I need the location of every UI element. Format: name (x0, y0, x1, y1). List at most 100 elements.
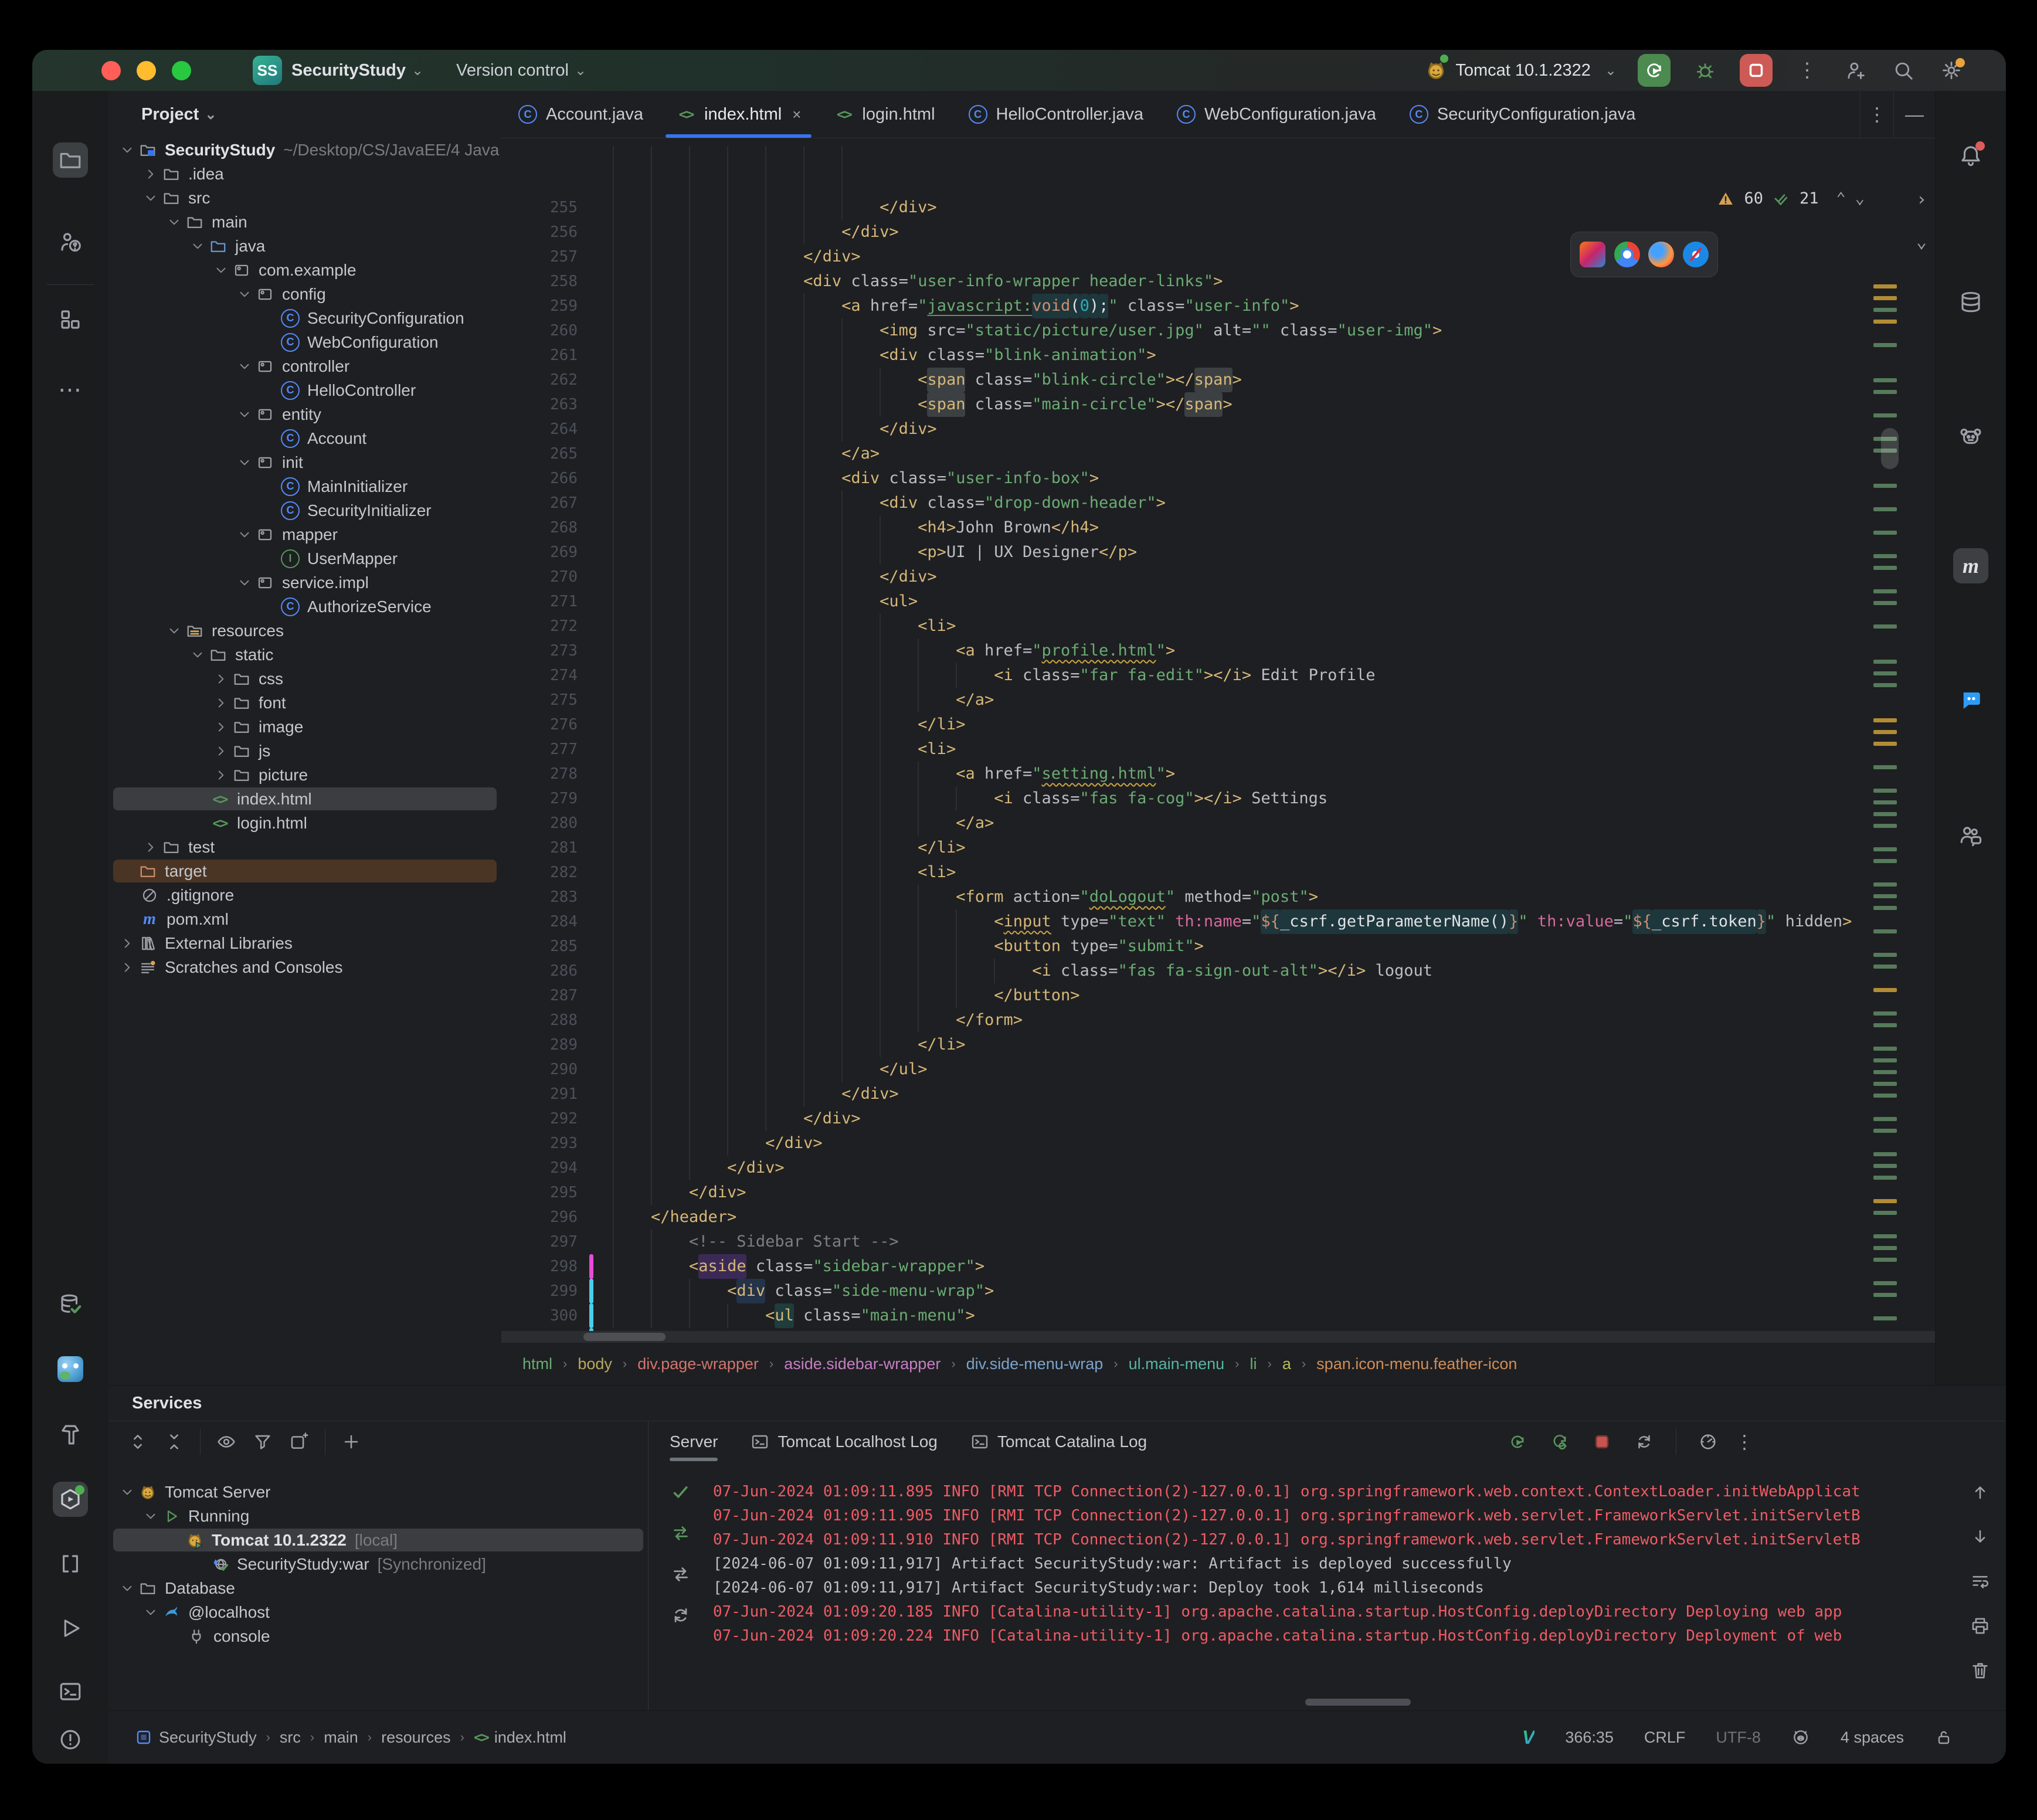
tree-row-config[interactable]: config (108, 282, 501, 306)
code-line-259[interactable]: 259 <a href = " javascript: void(0); " class = "… (501, 294, 1873, 318)
ai-assistant-toolwindow-icon[interactable] (1953, 419, 1988, 454)
console-tab-server[interactable]: Server (670, 1421, 718, 1462)
chevron-down-icon[interactable] (117, 142, 138, 158)
code-line-294[interactable]: 294 </div> (501, 1156, 1873, 1180)
chevron-right-icon[interactable] (211, 671, 232, 687)
chevron-down-icon[interactable] (211, 263, 232, 278)
chevron-down-icon[interactable] (234, 359, 255, 374)
code-line-277[interactable]: 277 <li> (501, 737, 1873, 762)
tree-row-css[interactable]: css (108, 667, 501, 691)
code-line-285[interactable]: 285 <button type = "submit" > (501, 934, 1873, 959)
console-more-button[interactable]: ⋮ (1735, 1431, 1754, 1453)
status-widget-crlf[interactable]: CRLF (1644, 1729, 1686, 1747)
code-line-279[interactable]: 279 <i class = "fas fa-cog" ></i> Settings (501, 786, 1873, 811)
add-service-tab-button[interactable] (284, 1427, 314, 1457)
status-widget-pig[interactable] (1791, 1728, 1810, 1747)
tree-row-hellocontroller[interactable]: C HelloController (108, 378, 501, 402)
editor-tab-login.html[interactable]: <> login.html (817, 91, 951, 138)
code-line-281[interactable]: 281 </li> (501, 836, 1873, 860)
code-line-262[interactable]: 262 < span class = "blink-circle" ></span > (501, 368, 1873, 392)
database-toolwindow-icon[interactable] (1953, 284, 1988, 320)
dev-container-toolwindow-icon[interactable] (53, 1546, 88, 1581)
add-service-button[interactable] (336, 1427, 366, 1457)
inspections-widget[interactable]: 60 21 ⌃ ⌄ (1717, 189, 1865, 208)
view-options-button[interactable] (211, 1427, 242, 1457)
code-line-255[interactable]: 255 </div> (501, 195, 1873, 220)
code-line-296[interactable]: 296 </header> (501, 1205, 1873, 1230)
rerun-server-button[interactable] (1502, 1427, 1533, 1457)
minimize-window-button[interactable] (137, 60, 156, 80)
services-toolwindow-icon[interactable] (53, 1482, 88, 1517)
editor-tab-hellocontroller.java[interactable]: C HelloController.java (952, 91, 1160, 138)
console-tab-tomcat-localhost-log[interactable]: Tomcat Localhost Log (751, 1421, 938, 1462)
code-line-283[interactable]: 283 <form action = " doLogout " method = "post"… (501, 885, 1873, 909)
tree-row-tomcat-10.1.2322[interactable]: Tomcat 10.1.2322 [local] (108, 1528, 648, 1552)
status-crumb-src[interactable]: src (280, 1729, 301, 1747)
tree-row-console[interactable]: console (108, 1624, 648, 1648)
tree-row-service.impl[interactable]: service.impl (108, 571, 501, 595)
zoom-window-button[interactable] (172, 60, 191, 80)
tree-row-authorizeservice[interactable]: C AuthorizeService (108, 595, 501, 619)
tree-row-usermapper[interactable]: I UserMapper (108, 546, 501, 571)
chevron-right-icon[interactable] (211, 743, 232, 759)
build-toolwindow-icon[interactable] (53, 1417, 88, 1452)
tree-row-securitystudy[interactable]: SecurityStudy ~/Desktop/CS/JavaEE/4 Java … (108, 138, 501, 162)
status-widget-utf-8[interactable]: UTF-8 (1716, 1729, 1761, 1747)
code-line-298[interactable]: 298 < aside class = "sidebar-wrapper" > (501, 1254, 1873, 1279)
expand-right-icon[interactable]: › (1916, 189, 1927, 210)
breadcrumb-html[interactable]: html (522, 1355, 552, 1373)
project-logo[interactable]: SS (253, 56, 282, 85)
tree-row-webconfiguration[interactable]: C WebConfiguration (108, 330, 501, 354)
structure-toolwindow-icon[interactable] (53, 302, 88, 337)
inspection-marks-stripe[interactable] (1873, 185, 1897, 1331)
tree-row-maininitializer[interactable]: C MainInitializer (108, 474, 501, 498)
soft-wrap-button[interactable] (1965, 1566, 1995, 1597)
tree-row-controller[interactable]: controller (108, 354, 501, 378)
sync-artifacts-button[interactable] (666, 1600, 696, 1631)
run-configuration-select[interactable]: Tomcat 10.1.2322 ⌄ (1425, 55, 1617, 84)
close-window-button[interactable] (101, 60, 121, 80)
version-control-toolwindow-icon[interactable] (53, 1763, 88, 1764)
project-panel-title[interactable]: Project (141, 105, 199, 124)
editor-tab-securityconfiguration.java[interactable]: C SecurityConfiguration.java (1393, 91, 1652, 138)
maven-toolwindow-icon[interactable]: m (1953, 548, 1988, 583)
tree-row-com.example[interactable]: com.example (108, 258, 501, 282)
code-line-261[interactable]: 261 <div class = "blink-animation" > (501, 343, 1873, 368)
code-line-268[interactable]: 268 <h4> John Brown </h4> (501, 515, 1873, 540)
tree-row-font[interactable]: font (108, 691, 501, 715)
scroll-down-button[interactable] (1965, 1522, 1995, 1552)
settings-button[interactable] (1938, 57, 1965, 84)
console-log[interactable]: 07-Jun-2024 01:09:11.895 INFO [RMI TCP C… (713, 1480, 1936, 1688)
safari-icon[interactable] (1683, 242, 1709, 267)
status-crumb-index.html[interactable]: <> index.html (474, 1729, 566, 1747)
firefox-icon[interactable] (1648, 242, 1675, 267)
chevron-right-icon[interactable] (117, 936, 138, 951)
code-line-290[interactable]: 290 </ul> (501, 1057, 1873, 1082)
pull-requests-toolwindow-icon[interactable] (53, 225, 88, 260)
tree-row-mapper[interactable]: mapper (108, 522, 501, 546)
code-line-293[interactable]: 293 </div> (501, 1131, 1873, 1156)
datasource-toolwindow-icon[interactable] (53, 1287, 88, 1322)
chevron-down-icon[interactable] (187, 647, 208, 663)
code-line-284[interactable]: 284 < input type = "text" th:name = " ${_csrf.g… (501, 909, 1873, 934)
tree-row-securitystudy-war[interactable]: SecurityStudy:war [Synchronized] (108, 1552, 648, 1576)
code-line-270[interactable]: 270 </div> (501, 565, 1873, 589)
status-crumb-main[interactable]: main (324, 1729, 358, 1747)
breadcrumb-ul.main-menu[interactable]: ul.main-menu (1129, 1355, 1225, 1373)
filter-button[interactable] (247, 1427, 278, 1457)
breadcrumb-span.icon-menu.feather-icon[interactable]: span.icon-menu.feather-icon (1316, 1355, 1517, 1373)
scroll-up-button[interactable] (1965, 1477, 1995, 1507)
tree-row-securityinitializer[interactable]: C SecurityInitializer (108, 498, 501, 522)
code-line-264[interactable]: 264 </div> (501, 417, 1873, 442)
chevron-right-icon[interactable] (211, 719, 232, 735)
expand-down-icon[interactable]: ⌄ (1916, 232, 1927, 252)
tree-row-js[interactable]: js (108, 739, 501, 763)
tree-row-.idea[interactable]: .idea (108, 162, 501, 186)
tree-row-test[interactable]: test (108, 835, 501, 859)
chevron-down-icon[interactable] (234, 455, 255, 470)
editor-tab-account.java[interactable]: C Account.java (501, 91, 660, 138)
code-viewport[interactable]: 255 </div> 256 </div> 257 </div> 258 <div class… (501, 138, 1935, 1331)
tree-row-external-libraries[interactable]: External Libraries (108, 931, 501, 955)
editor-tab-webconfiguration.java[interactable]: C WebConfiguration.java (1160, 91, 1393, 138)
code-line-271[interactable]: 271 <ul> (501, 589, 1873, 614)
